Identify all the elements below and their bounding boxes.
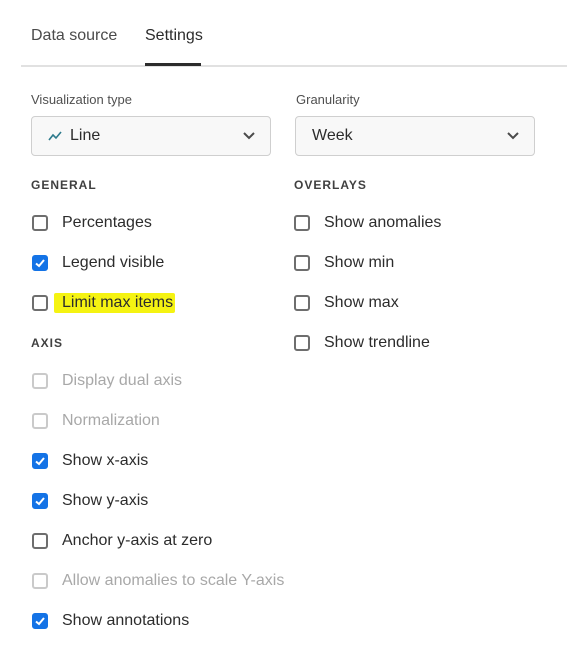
tab-data-source[interactable]: Data source [31, 26, 117, 46]
checkbox-box[interactable] [32, 613, 48, 629]
checkbox-label: Display dual axis [62, 372, 183, 389]
overlays-heading: OVERLAYS [294, 178, 367, 192]
tab-bar: Data source Settings [21, 0, 567, 67]
checkbox-normalization[interactable]: Normalization [32, 410, 160, 432]
checkbox-box[interactable] [32, 255, 48, 271]
checkbox-label: Percentages [62, 214, 152, 231]
checkbox-label: Normalization [62, 412, 160, 429]
visualization-type-value: Line [70, 127, 101, 144]
checkbox-legend-visible[interactable]: Legend visible [32, 252, 164, 274]
checkbox-label: Show trendline [324, 334, 430, 351]
checkbox-box[interactable] [32, 533, 48, 549]
checkbox-show-trendline[interactable]: Show trendline [294, 332, 430, 354]
checkbox-show-anomalies[interactable]: Show anomalies [294, 212, 441, 234]
checkbox-box[interactable] [32, 295, 48, 311]
line-chart-icon [48, 131, 62, 141]
checkbox-box[interactable] [32, 573, 48, 589]
active-tab-indicator [145, 63, 201, 66]
checkmark-icon [35, 457, 45, 466]
checkbox-display-dual-axis[interactable]: Display dual axis [32, 370, 182, 392]
granularity-select[interactable]: Week [295, 116, 535, 156]
checkbox-box[interactable] [32, 215, 48, 231]
checkbox-box[interactable] [294, 255, 310, 271]
checkbox-limit-max-items[interactable]: Limit max items [32, 292, 176, 314]
visualization-type-label: Visualization type [31, 92, 132, 107]
checkbox-label: Legend visible [62, 254, 165, 271]
granularity-value: Week [312, 127, 353, 144]
checkbox-show-annotations[interactable]: Show annotations [32, 610, 189, 632]
checkbox-label: Show y-axis [62, 492, 149, 509]
checkbox-anchor-y-axis-at-zero[interactable]: Anchor y-axis at zero [32, 530, 212, 552]
checkbox-box[interactable] [32, 453, 48, 469]
checkbox-label: Show anomalies [324, 214, 442, 231]
checkbox-box[interactable] [294, 295, 310, 311]
checkbox-label: Show min [324, 254, 395, 271]
checkbox-box[interactable] [32, 373, 48, 389]
axis-heading: AXIS [31, 336, 64, 350]
general-heading: GENERAL [31, 178, 97, 192]
checkbox-show-x-axis[interactable]: Show x-axis [32, 450, 148, 472]
checkbox-show-min[interactable]: Show min [294, 252, 394, 274]
checkbox-allow-anomalies-to-scale-y-axis[interactable]: Allow anomalies to scale Y-axis [32, 570, 284, 592]
checkbox-box[interactable] [32, 413, 48, 429]
checkmark-icon [35, 497, 45, 506]
checkbox-box[interactable] [294, 215, 310, 231]
checkbox-label: Show x-axis [62, 452, 149, 469]
checkbox-show-max[interactable]: Show max [294, 292, 399, 314]
checkbox-box[interactable] [32, 493, 48, 509]
checkbox-box[interactable] [294, 335, 310, 351]
checkbox-percentages[interactable]: Percentages [32, 212, 152, 234]
chevron-down-icon [243, 132, 255, 140]
checkbox-label: Anchor y-axis at zero [62, 532, 213, 549]
chevron-down-icon [507, 132, 519, 140]
checkmark-icon [35, 259, 45, 268]
checkbox-label: Limit max items [54, 293, 176, 313]
checkmark-icon [35, 617, 45, 626]
checkbox-label: Show max [324, 294, 399, 311]
visualization-type-select[interactable]: Line [31, 116, 271, 156]
checkbox-label: Allow anomalies to scale Y-axis [62, 572, 285, 589]
checkbox-label: Show annotations [62, 612, 190, 629]
checkbox-show-y-axis[interactable]: Show y-axis [32, 490, 148, 512]
tab-settings[interactable]: Settings [145, 26, 203, 46]
granularity-label: Granularity [296, 92, 360, 107]
